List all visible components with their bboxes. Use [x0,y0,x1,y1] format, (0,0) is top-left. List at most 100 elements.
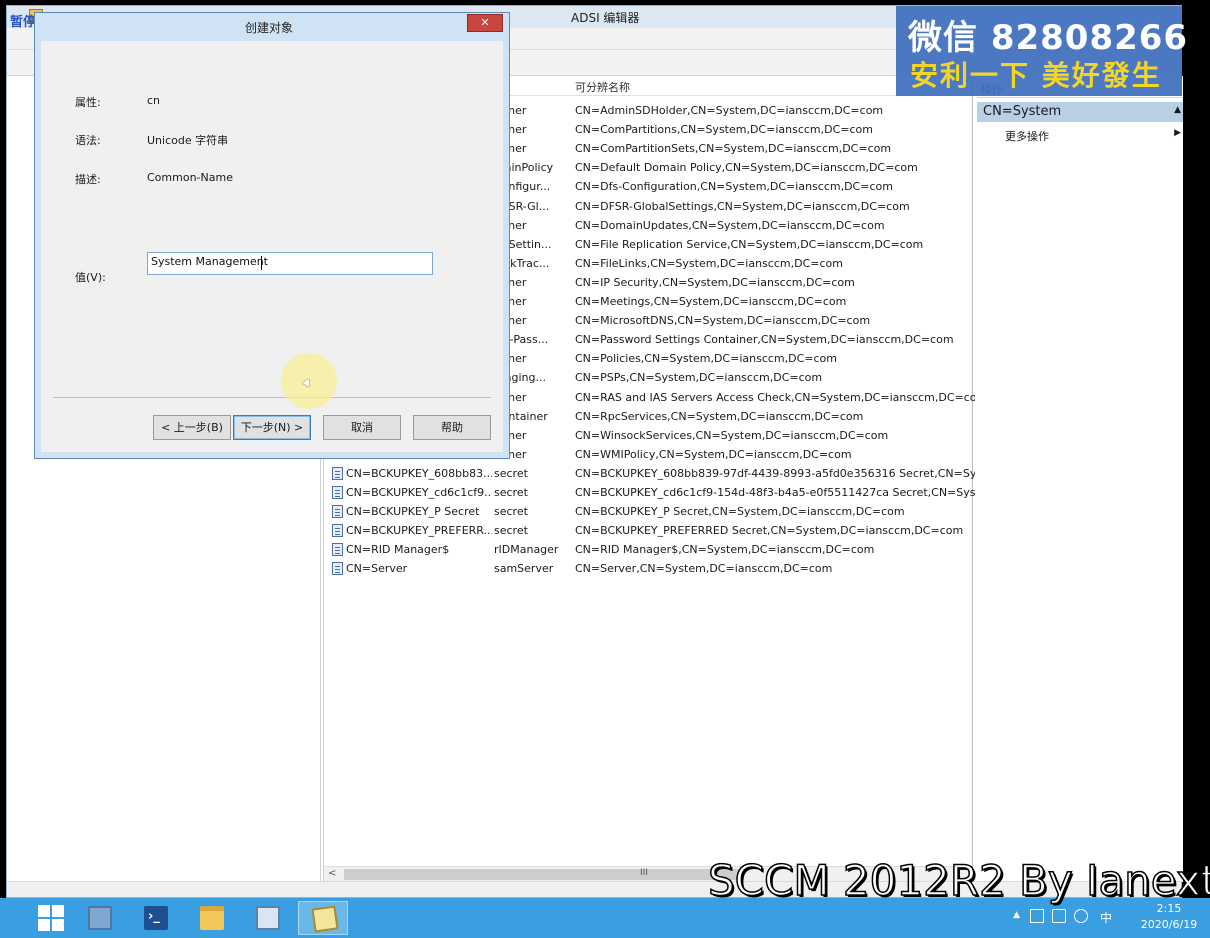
row-dn: CN=AdminSDHolder,CN=System,DC=iansccm,DC… [575,104,884,117]
scroll-left-button[interactable]: < [328,868,336,879]
object-icon [332,562,343,576]
row-dn: CN=IP Security,CN=System,DC=iansccm,DC=c… [575,275,855,289]
clock[interactable]: 2:15 2020/6/19 [1138,901,1200,933]
row-dn: CN=ComPartitions,CN=System,DC=iansccm,DC… [575,123,873,137]
table-row[interactable]: CN=Server samServer CN=Server,CN=System,DC… [324,559,972,578]
text-caret [261,256,262,270]
taskbar-file-explorer[interactable] [186,901,236,935]
more-actions-item[interactable]: 更多操作 [1005,128,1049,144]
actions-section-system[interactable]: CN=System ▲ [977,102,1183,122]
table-row[interactable]: CN=BCKUPKEY_cd6c1cf9... secret CN=BCKUPKEY… [324,483,975,502]
row-dn: CN=BCKUPKEY_P Secret,CN=System,DC=ianscc… [575,505,905,519]
management-console-icon [256,906,280,930]
attribute-value: cn [147,94,161,107]
syntax-label: 语法: [75,134,101,147]
taskbar-server-manager[interactable] [74,901,124,935]
row-dn: CN=Policies,CN=System,DC=iansccm,DC=com [575,352,837,366]
row-name: CN=BCKUPKEY_cd6c1cf9... [346,486,492,499]
syntax-value: Unicode 字符串 [147,134,229,147]
taskbar-powershell[interactable] [130,901,180,935]
row-dn: CN=FileLinks,CN=System,DC=iansccm,DC=com [575,256,843,270]
back-button[interactable]: < 上一步(B) [153,415,231,440]
row-dn: CN=Dfs-Configuration,CN=System,DC=ianscc… [575,180,893,194]
row-dn: CN=DFSR-GlobalSettings,CN=System,DC=ians… [575,199,910,213]
object-icon [332,524,343,538]
row-class: secret [494,486,528,499]
taskbar-adsi-editor[interactable] [298,901,348,935]
row-dn: CN=BCKUPKEY_608bb839-97df-4439-8993-a5fd… [575,466,975,480]
row-dn: CN=Server,CN=System,DC=iansccm,DC=com [575,562,833,576]
row-dn: CN=MicrosoftDNS,CN=System,DC=iansccm,DC=… [575,314,871,328]
watermark-line1: 微信 82808266 [908,18,1189,58]
dialog-title: 创建对象 [245,21,294,35]
dialog-title-bar[interactable]: 创建对象 ✕ [35,13,509,39]
attribute-label: 属性: [75,96,101,109]
description-label: 描述: [75,173,101,186]
volume-muted-icon[interactable] [1074,909,1088,923]
row-dn: CN=ComPartitionSets,CN=System,DC=iansccm… [575,142,892,156]
table-row[interactable]: CN=RID Manager$ rIDManager CN=RID Manager$… [324,540,972,559]
create-object-dialog: 创建对象 ✕ 属性: cn 语法: Unicode 字符串 描述: Common… [34,12,510,459]
row-dn: CN=RID Manager$,CN=System,DC=iansccm,DC=… [575,543,875,557]
adsi-editor-icon [311,905,339,933]
server-manager-icon [88,906,112,930]
watermark-line2: 安利一下 美好發生 [910,59,1162,92]
dialog-separator [53,397,491,398]
window-title: ADSI 编辑器 [571,11,640,25]
row-class: secret [494,524,528,538]
folder-icon [200,906,224,930]
actions-section-label: CN=System [983,104,1062,119]
row-dn: CN=Default Domain Policy,CN=System,DC=ia… [575,161,918,175]
ime-indicator[interactable]: 中 [1100,909,1112,926]
cancel-button[interactable]: 取消 [323,415,401,440]
powershell-icon [144,906,168,930]
object-icon [332,505,343,519]
row-class: rIDManager [494,543,559,557]
row-dn: CN=RpcServices,CN=System,DC=iansccm,DC=c… [575,409,864,423]
object-icon [332,543,343,557]
object-icon [332,466,343,480]
row-name: CN=BCKUPKEY_608bb83... [346,466,492,480]
scroll-grip: III [640,868,648,878]
paused-label: 暂停 [10,15,37,30]
row-name: CN=BCKUPKEY_P Secret [346,505,480,519]
value-input[interactable]: System Management [147,252,433,275]
description-value: Common-Name [147,171,233,184]
watermark: 微信 82808266 安利一下 美好發生 [896,6,1187,96]
row-dn: CN=Password Settings Container,CN=System… [575,333,954,347]
row-dn: CN=WinsockServices,CN=System,DC=iansccm,… [575,428,889,442]
dialog-body: 属性: cn 语法: Unicode 字符串 描述: Common-Name 值… [41,41,503,452]
object-icon [332,486,343,499]
row-name: CN=RID Manager$ [346,543,450,557]
row-name: CN=Server [346,562,408,576]
windows-start-icon[interactable] [38,905,64,931]
row-dn: CN=PSPs,CN=System,DC=iansccm,DC=com [575,371,823,385]
row-dn: CN=Meetings,CN=System,DC=iansccm,DC=com [575,295,847,308]
actions-pane: 操作 CN=System ▲ 更多操作 ▶ [977,76,1183,882]
column-header-dn[interactable]: 可分辨名称 [575,79,630,95]
taskbar-management-console[interactable] [242,901,292,935]
next-button[interactable]: 下一步(N) > [233,415,311,440]
close-button[interactable]: ✕ [467,14,503,32]
flag-icon[interactable] [1030,909,1044,923]
submenu-arrow-icon: ▶ [1174,128,1181,138]
network-icon[interactable] [1052,909,1066,923]
table-row[interactable]: CN=BCKUPKEY_PREFERR... secret CN=BCKUPKEY_… [324,521,972,540]
table-row[interactable]: CN=BCKUPKEY_608bb83... secret CN=BCKUPKEY_… [324,464,975,483]
row-class: secret [494,466,528,480]
row-dn: CN=File Replication Service,CN=System,DC… [575,237,924,251]
collapse-icon[interactable]: ▲ [1174,105,1181,115]
row-dn: CN=BCKUPKEY_PREFERRED Secret,CN=System,D… [575,524,964,538]
table-row[interactable]: CN=BCKUPKEY_P Secret secret CN=BCKUPKEY_P … [324,502,972,521]
row-dn: CN=BCKUPKEY_cd6c1cf9-154d-48f3-b4a5-e0f5… [575,486,975,499]
tray-expand-icon[interactable]: ▲ [1013,910,1020,920]
row-class: secret [494,505,528,519]
value-label: 值(V): [75,271,106,284]
help-button[interactable]: 帮助 [413,415,491,440]
row-dn: CN=DomainUpdates,CN=System,DC=iansccm,DC… [575,218,885,232]
row-class: samServer [494,562,554,576]
clock-date: 2020/6/19 [1140,918,1198,931]
scroll-thumb[interactable] [344,869,744,880]
row-name: CN=BCKUPKEY_PREFERR... [346,524,492,538]
video-caption: SCCM 2012R2 By Ianext [707,855,1210,906]
